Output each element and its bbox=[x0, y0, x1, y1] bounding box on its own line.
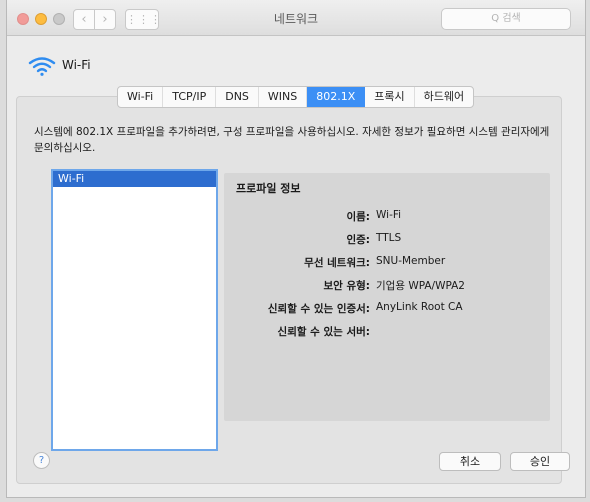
tab-proxy[interactable]: 프록시 bbox=[365, 87, 415, 107]
tab-tcpip[interactable]: TCP/IP bbox=[163, 87, 217, 107]
row-value: 기업용 WPA/WPA2 bbox=[376, 280, 465, 292]
wifi-icon bbox=[28, 57, 56, 76]
profile-row-security: 보안 유형: 기업용 WPA/WPA2 bbox=[224, 278, 550, 294]
row-value: Wi-Fi bbox=[376, 209, 402, 221]
interface-title: Wi-Fi bbox=[62, 58, 91, 72]
row-key: 신뢰할 수 있는 인증서: bbox=[267, 303, 370, 315]
profile-row-network: 무선 네트워크: SNU-Member bbox=[224, 255, 550, 271]
tab-wifi[interactable]: Wi-Fi bbox=[118, 87, 164, 107]
profile-list[interactable]: Wi-Fi bbox=[51, 169, 218, 451]
row-key: 신뢰할 수 있는 서버: bbox=[277, 326, 370, 338]
tab-wins[interactable]: WINS bbox=[259, 87, 308, 107]
row-value: AnyLink Root CA bbox=[376, 301, 463, 313]
row-value: SNU-Member bbox=[376, 255, 446, 267]
tab-bar: Wi-Fi TCP/IP DNS WINS 802.1X 프록시 하드웨어 bbox=[117, 86, 475, 108]
list-item[interactable]: Wi-Fi bbox=[53, 171, 216, 187]
profile-row-auth: 인증: TTLS bbox=[224, 232, 550, 248]
profile-row-name: 이름: Wi-Fi bbox=[224, 209, 550, 225]
tab-8021x[interactable]: 802.1X bbox=[307, 87, 366, 107]
row-value: TTLS bbox=[376, 232, 402, 244]
row-key: 보안 유형: bbox=[323, 280, 371, 292]
tab-hardware[interactable]: 하드웨어 bbox=[415, 87, 473, 107]
titlebar: ‹ › ⋮⋮⋮ 네트워크 Q 검색 bbox=[7, 0, 585, 36]
cancel-button[interactable]: 취소 bbox=[439, 452, 501, 471]
profile-info-panel: 프로파일 정보 이름: Wi-Fi 인증: TTLS 무선 네트워크: SNU-… bbox=[224, 173, 550, 421]
row-key: 인증: bbox=[346, 234, 370, 246]
profile-info-title: 프로파일 정보 bbox=[236, 182, 301, 195]
profile-row-server: 신뢰할 수 있는 서버: bbox=[224, 324, 550, 340]
tab-dns[interactable]: DNS bbox=[216, 87, 259, 107]
help-button[interactable]: ? bbox=[33, 452, 50, 469]
row-key: 무선 네트워크: bbox=[304, 257, 370, 269]
description-text: 시스템에 802.1X 프로파일을 추가하려면, 구성 프로파일을 사용하십시오… bbox=[34, 126, 550, 154]
profile-row-certificate: 신뢰할 수 있는 인증서: AnyLink Root CA bbox=[224, 301, 550, 317]
approve-button[interactable]: 승인 bbox=[510, 452, 570, 471]
search-field[interactable]: Q 검색 bbox=[441, 8, 571, 30]
row-key: 이름: bbox=[346, 211, 370, 223]
